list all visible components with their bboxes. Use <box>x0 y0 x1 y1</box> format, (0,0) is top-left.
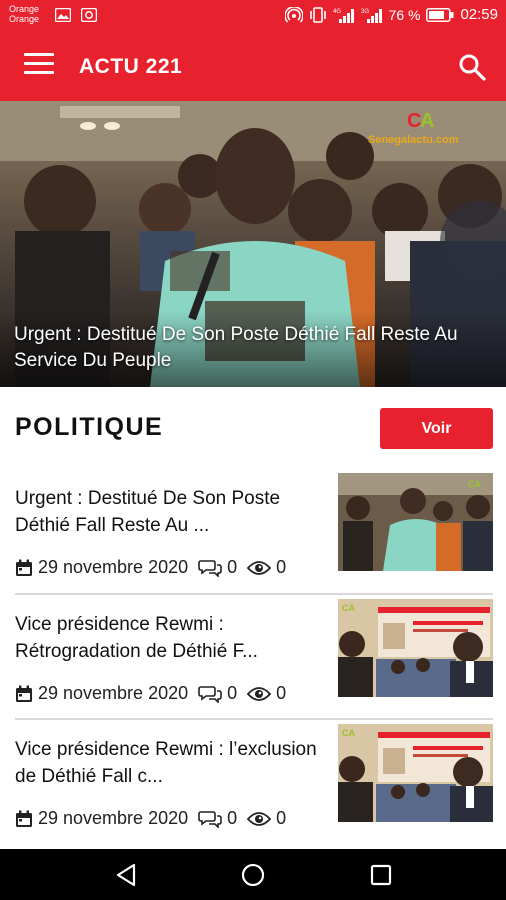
comments-icon <box>198 685 222 703</box>
search-icon[interactable] <box>458 53 486 81</box>
article-view-count: 0 <box>276 683 287 703</box>
signal-4g-icon: 4G <box>333 8 354 23</box>
calendar-icon <box>16 559 32 576</box>
system-nav-bar <box>0 849 506 900</box>
battery-icon <box>426 7 454 22</box>
app-bar: ACTU 221 <box>0 33 506 101</box>
article-thumbnail[interactable]: CA <box>338 724 493 822</box>
article-title[interactable]: Urgent : Destitué De Son Poste Déthié Fa… <box>15 485 320 539</box>
article-view-count: 0 <box>276 557 287 577</box>
article-comment-count: 0 <box>227 683 238 703</box>
article-date: 29 novembre 2020 <box>38 808 189 828</box>
article-thumbnail[interactable]: CA <box>338 599 493 697</box>
signal-3g-icon: 3G <box>361 8 382 23</box>
status-time: 02:59 <box>460 6 498 23</box>
home-icon[interactable] <box>240 862 266 888</box>
recents-icon[interactable] <box>368 862 394 888</box>
carrier-line-2: Orange <box>9 14 40 24</box>
article-thumbnail[interactable]: CA <box>338 473 493 571</box>
carrier-label: Orange Orange <box>9 4 39 24</box>
svg-text:A: A <box>420 110 434 132</box>
list-item[interactable]: Vice présidence Rewmi : l’exclusion de D… <box>0 724 506 856</box>
image-icon <box>55 8 71 22</box>
carrier-line-1: Orange <box>9 4 40 14</box>
vibrate-icon <box>309 6 326 23</box>
svg-text:CA: CA <box>342 728 355 738</box>
article-meta: 29 novembre 2020 0 0 <box>15 683 286 704</box>
battery-percent: 76 % <box>388 6 421 23</box>
camera-icon <box>81 8 97 22</box>
article-view-count: 0 <box>276 808 287 828</box>
list-divider <box>15 593 493 595</box>
status-bar: Orange Orange 4G 3G 76 % 02:59 <box>0 0 506 33</box>
list-item[interactable]: Vice présidence Rewmi : Rétrogradation d… <box>0 599 506 731</box>
svg-text:3G: 3G <box>361 9 369 15</box>
hero-article[interactable]: C A Senegalactu.com Urgent : Destitué De… <box>0 101 506 387</box>
article-date: 29 novembre 2020 <box>38 683 189 703</box>
back-icon[interactable] <box>114 862 140 888</box>
list-item[interactable]: Urgent : Destitué De Son Poste Déthié Fa… <box>0 473 506 605</box>
article-comment-count: 0 <box>227 557 238 577</box>
section-title: POLITIQUE <box>15 413 164 441</box>
svg-text:4G: 4G <box>333 9 341 15</box>
article-date: 29 novembre 2020 <box>38 557 189 577</box>
hamburger-menu-icon[interactable] <box>24 53 54 79</box>
svg-text:CA: CA <box>342 603 355 613</box>
comments-icon <box>198 559 222 577</box>
voir-button[interactable]: Voir <box>380 408 493 449</box>
svg-text:CA: CA <box>468 479 481 489</box>
hero-watermark: Senegalactu.com <box>368 134 459 146</box>
article-title[interactable]: Vice présidence Rewmi : Rétrogradation d… <box>15 611 320 665</box>
article-title[interactable]: Vice présidence Rewmi : l’exclusion de D… <box>15 736 320 790</box>
calendar-icon <box>16 810 32 827</box>
views-eye-icon <box>247 811 272 826</box>
list-divider <box>15 718 493 720</box>
comments-icon <box>198 810 222 828</box>
views-eye-icon <box>247 686 272 701</box>
hero-caption[interactable]: Urgent : Destitué De Son Poste Déthié Fa… <box>14 322 494 374</box>
article-comment-count: 0 <box>227 808 238 828</box>
hotspot-icon <box>284 6 303 23</box>
views-eye-icon <box>247 560 272 575</box>
app-title: ACTU 221 <box>79 55 183 78</box>
article-meta: 29 novembre 2020 0 0 <box>15 808 286 829</box>
article-meta: 29 novembre 2020 0 0 <box>15 557 286 578</box>
calendar-icon <box>16 685 32 702</box>
